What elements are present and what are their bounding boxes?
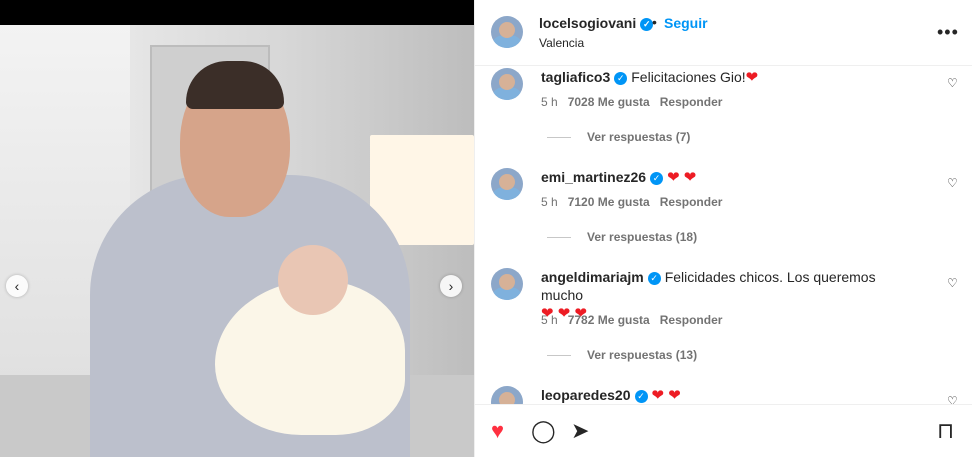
post-side-panel: locelsogiovani ✓ • Seguir Valencia ••• ta… [474,0,972,457]
comment-time[interactable]: 5 h [541,95,558,109]
post-header: locelsogiovani ✓ • Seguir Valencia ••• [475,0,972,66]
follow-button[interactable]: Seguir [664,15,708,31]
more-options-icon[interactable]: ••• [937,22,959,43]
instagram-post-view: ‹ › locelsogiovani ✓ • Seguir Valencia ••… [0,0,972,457]
like-comment-heart-icon[interactable]: ♡ [947,176,958,190]
next-media-button[interactable]: › [440,275,462,297]
author-avatar[interactable] [491,16,523,48]
separator-dot: • [652,14,657,30]
comments-list[interactable]: tagliafico3 ✓ Felicitaciones Gio!❤ 5 h 7028… [475,66,972,404]
commenter-avatar[interactable] [491,386,523,404]
heart-emoji: ❤ ❤ [667,169,697,186]
author-username[interactable]: locelsogiovani ✓ [539,15,654,31]
previous-media-button[interactable]: ‹ [6,275,28,297]
chevron-left-icon: ‹ [14,278,20,294]
reply-button[interactable]: Responder [660,95,723,109]
comment-time[interactable]: 5 h [541,195,558,209]
reply-button[interactable]: Responder [660,313,723,327]
comment-time[interactable]: 5 h [541,313,558,327]
post-actions-bar: ♥ ◯ ➤ ⊓ [475,404,972,457]
commenter-avatar[interactable] [491,168,523,200]
save-bookmark-icon[interactable]: ⊓ [937,419,954,443]
chevron-right-icon: › [448,278,454,294]
verified-badge-icon: ✓ [650,171,664,185]
like-comment-heart-icon[interactable]: ♡ [947,394,958,404]
verified-badge-icon: ✓ [634,389,648,403]
comment-likes[interactable]: 7028 Me gusta [568,95,650,109]
post-location[interactable]: Valencia [539,36,584,50]
commenter-avatar[interactable] [491,68,523,100]
commenter-username[interactable]: angeldimariajm [541,269,644,285]
commenter-username[interactable]: leoparedes20 [541,387,631,403]
reply-button[interactable]: Responder [660,195,723,209]
view-replies-button[interactable]: Ver respuestas (7) [547,130,690,144]
view-replies-button[interactable]: Ver respuestas (18) [547,230,697,244]
post-media: ‹ › [0,0,474,457]
share-icon[interactable]: ➤ [571,419,589,443]
verified-badge-icon: ✓ [614,71,628,85]
heart-emoji: ❤ ❤ [651,387,681,404]
comment-likes[interactable]: 7782 Me gusta [568,313,650,327]
like-comment-heart-icon[interactable]: ♡ [947,276,958,290]
commenter-avatar[interactable] [491,268,523,300]
heart-emoji: ❤ [745,69,759,86]
post-photo [0,25,474,457]
like-heart-icon[interactable]: ♥ [491,419,504,443]
view-replies-button[interactable]: Ver respuestas (13) [547,348,697,362]
commenter-username[interactable]: tagliafico3 [541,69,610,85]
comment-text: Felicitaciones Gio! [631,69,746,85]
commenter-username[interactable]: emi_martinez26 [541,169,646,185]
like-comment-heart-icon[interactable]: ♡ [947,76,958,90]
verified-badge-icon: ✓ [647,271,661,285]
comment-likes[interactable]: 7120 Me gusta [568,195,650,209]
comment-icon[interactable]: ◯ [531,419,556,443]
